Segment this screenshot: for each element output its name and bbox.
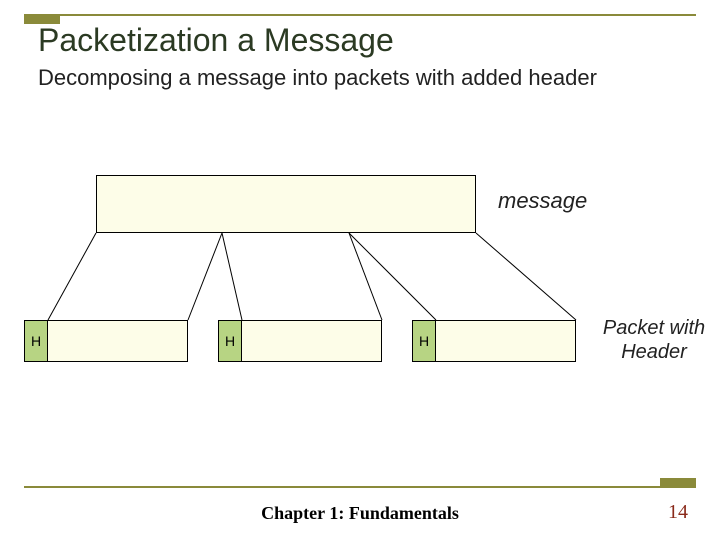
slide-subtitle: Decomposing a message into packets with …	[38, 64, 660, 92]
footer-chapter: Chapter 1: Fundamentals	[0, 503, 720, 524]
message-box	[96, 175, 476, 233]
bottom-rule-accent	[660, 478, 696, 488]
packet-3-header: H	[412, 320, 436, 362]
packet-1-header-label: H	[31, 333, 41, 349]
packet-label-line2: Header	[621, 341, 687, 363]
packet-2-header-label: H	[225, 333, 235, 349]
packet-3-header-label: H	[419, 333, 429, 349]
packet-2-body	[242, 320, 382, 362]
bottom-rule	[24, 486, 696, 488]
slide: Packetization a Message Decomposing a me…	[0, 0, 720, 540]
packet-2-header: H	[218, 320, 242, 362]
page-number: 14	[668, 501, 688, 524]
packet-3-body	[436, 320, 576, 362]
packet-label-line1: Packet with	[603, 317, 705, 339]
packet-1-header: H	[24, 320, 48, 362]
top-rule	[24, 14, 696, 16]
packet-1-body	[48, 320, 188, 362]
slide-title: Packetization a Message	[38, 22, 394, 59]
message-label: message	[498, 188, 587, 214]
packet-with-header-label: Packet with Header	[594, 316, 714, 364]
